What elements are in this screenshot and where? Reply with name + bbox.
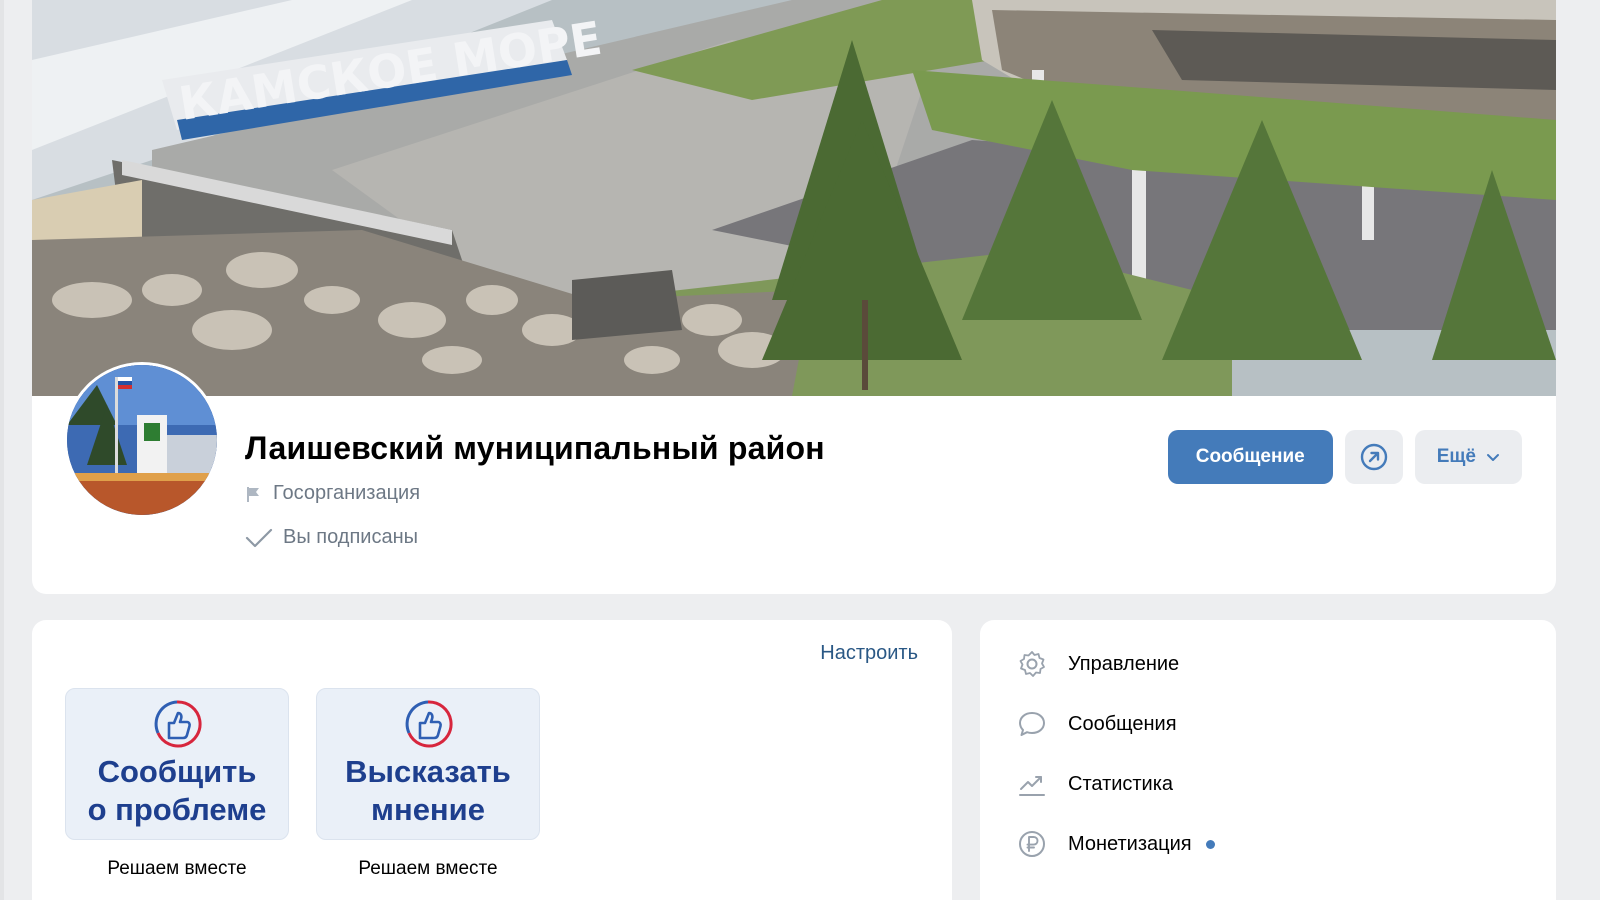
header-actions: Сообщение Ещё xyxy=(1167,430,1522,484)
more-button[interactable]: Ещё xyxy=(1414,430,1522,484)
trend-up-icon xyxy=(1016,768,1048,800)
chevron-down-icon xyxy=(1487,454,1499,461)
widget-title-line: Сообщить xyxy=(97,754,257,789)
share-button[interactable] xyxy=(1344,430,1403,484)
new-indicator-dot xyxy=(1205,839,1215,849)
checkmark-icon xyxy=(245,528,273,547)
page-edge xyxy=(0,0,4,900)
menu-item-management[interactable]: Управление xyxy=(980,634,1556,694)
subscription-row[interactable]: Вы подписаны xyxy=(245,526,418,549)
configure-link[interactable]: Настроить xyxy=(820,642,918,665)
menu-item-monetization[interactable]: Монетизация xyxy=(980,814,1556,874)
widget-tile[interactable]: Высказать мнение xyxy=(316,688,540,840)
chat-bubble-icon xyxy=(1016,708,1048,740)
ruble-coin-icon xyxy=(1016,828,1048,860)
widget-title-line: о проблеме xyxy=(87,792,267,827)
group-type: Госорганизация xyxy=(273,482,421,504)
widgets-card: Настроить Сообщить о проблеме Решаем вме… xyxy=(32,620,952,900)
subscription-status: Вы подписаны xyxy=(283,526,418,548)
menu-item-label: Монетизация xyxy=(1068,832,1192,855)
flag-icon xyxy=(247,486,259,502)
widget-title: Сообщить о проблеме xyxy=(88,753,267,829)
group-header-card: КАМСКОЕ МОРЕ Лаишевский муниципальный ра… xyxy=(32,0,1556,594)
gosuslugi-thumb-icon xyxy=(154,700,202,748)
menu-item-label: Управление xyxy=(1068,652,1180,675)
menu-item-label: Статистика xyxy=(1068,772,1174,795)
more-label: Ещё xyxy=(1436,446,1476,467)
widget-title-line: Высказать xyxy=(345,754,511,789)
menu-item-statistics[interactable]: Статистика xyxy=(980,754,1556,814)
group-name: Лаишевский муниципальный район xyxy=(245,430,825,466)
admin-menu-card: Управление Сообщения Статистика Монетиза… xyxy=(980,620,1556,900)
gear-icon xyxy=(1016,648,1048,680)
share-arrow-icon xyxy=(1360,443,1387,471)
menu-item-label: Сообщения xyxy=(1068,712,1177,735)
widget-express-opinion[interactable]: Высказать мнение Решаем вместе xyxy=(316,688,540,880)
widget-caption: Решаем вместе xyxy=(358,858,498,879)
widget-report-problem[interactable]: Сообщить о проблеме Решаем вместе xyxy=(65,688,289,880)
group-avatar[interactable] xyxy=(64,362,220,518)
send-message-button[interactable]: Сообщение xyxy=(1167,430,1333,484)
menu-item-messages[interactable]: Сообщения xyxy=(980,694,1556,754)
widget-title-line: мнение xyxy=(371,792,485,827)
gosuslugi-thumb-icon xyxy=(405,700,453,748)
group-type-row: Госорганизация xyxy=(245,482,420,505)
cover-image: КАМСКОЕ МОРЕ xyxy=(32,0,1556,396)
widget-caption: Решаем вместе xyxy=(107,858,247,879)
widget-title: Высказать мнение xyxy=(345,753,511,829)
widget-tile[interactable]: Сообщить о проблеме xyxy=(65,688,289,840)
